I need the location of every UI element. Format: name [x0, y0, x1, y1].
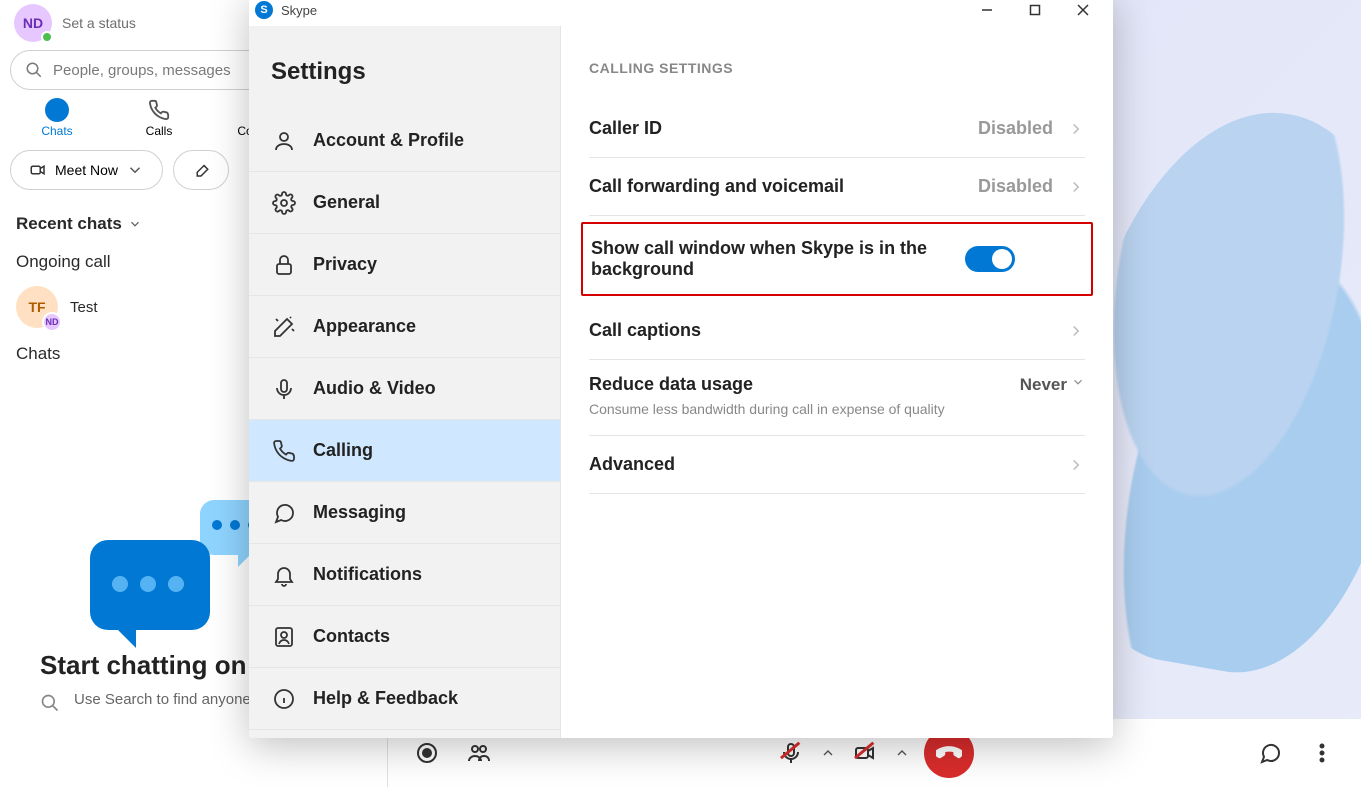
show-call-window-toggle[interactable] [965, 246, 1015, 272]
chevron-right-icon [1067, 120, 1085, 138]
mic-options-button[interactable] [818, 743, 838, 763]
calling-header: CALLING SETTINGS [589, 60, 1085, 76]
mini-avatar: ND [42, 312, 62, 332]
new-chat-button[interactable] [173, 150, 229, 190]
contacts-book-icon [271, 624, 297, 650]
skype-logo-icon: S [255, 1, 273, 19]
camera-options-button[interactable] [892, 743, 912, 763]
status-prompt[interactable]: Set a status [62, 15, 136, 31]
sidebar-item-calling[interactable]: Calling [249, 420, 560, 482]
contact-name: Test [70, 299, 98, 316]
bell-icon [271, 562, 297, 588]
mic-icon [271, 376, 297, 402]
chevron-down-icon [1071, 375, 1085, 394]
account-icon [271, 128, 297, 154]
chat-illustration-icon [40, 490, 270, 640]
settings-content: CALLING SETTINGS Caller ID Disabled Call… [561, 26, 1113, 738]
tab-calls[interactable]: Calls [108, 98, 210, 138]
gear-icon [271, 190, 297, 216]
chevron-down-icon [128, 217, 142, 231]
search-placeholder: People, groups, messages [53, 62, 231, 79]
chevron-right-icon [1067, 456, 1085, 474]
close-button[interactable] [1059, 0, 1107, 26]
phone-icon [147, 98, 171, 122]
sidebar-item-account[interactable]: Account & Profile [249, 110, 560, 172]
settings-window: S Skype Settings Account & Profile Gener… [249, 0, 1113, 738]
option-caller-id[interactable]: Caller ID Disabled [589, 100, 1085, 158]
sidebar-item-privacy[interactable]: Privacy [249, 234, 560, 296]
sidebar-item-audio-video[interactable]: Audio & Video [249, 358, 560, 420]
chevron-right-icon [1067, 322, 1085, 340]
option-forwarding[interactable]: Call forwarding and voicemail Disabled [589, 158, 1085, 216]
settings-sidebar: Settings Account & Profile General Priva… [249, 26, 561, 738]
sidebar-item-messaging[interactable]: Messaging [249, 482, 560, 544]
info-icon [271, 686, 297, 712]
tab-chats[interactable]: Chats [6, 98, 108, 138]
phone-icon [271, 438, 297, 464]
titlebar: S Skype [249, 0, 1113, 26]
sidebar-item-help[interactable]: Help & Feedback [249, 668, 560, 730]
meet-now-button[interactable]: Meet Now [10, 150, 163, 190]
camera-off-button[interactable] [850, 738, 880, 768]
video-icon [29, 161, 47, 179]
avatar-initials: ND [23, 15, 43, 31]
minimize-button[interactable] [963, 0, 1011, 26]
lock-icon [271, 252, 297, 278]
option-call-captions[interactable]: Call captions [589, 302, 1085, 360]
avatar[interactable]: ND [14, 4, 52, 42]
wand-icon [271, 314, 297, 340]
sidebar-item-appearance[interactable]: Appearance [249, 296, 560, 358]
option-show-call-window[interactable]: Show call window when Skype is in the ba… [581, 222, 1093, 296]
reduce-data-sub: Consume less bandwidth during call in ex… [589, 401, 1085, 417]
sidebar-item-contacts[interactable]: Contacts [249, 606, 560, 668]
contact-avatar: TF ND [16, 286, 58, 328]
tab-calls-label: Calls [108, 124, 210, 138]
chevron-down-icon [126, 161, 144, 179]
presence-dot-icon [41, 31, 53, 43]
chevron-right-icon [1067, 178, 1085, 196]
maximize-button[interactable] [1011, 0, 1059, 26]
app-name: Skype [281, 3, 317, 18]
option-reduce-data[interactable]: Reduce data usage Never Consume less ban… [589, 360, 1085, 436]
people-button[interactable] [464, 738, 494, 768]
sidebar-item-general[interactable]: General [249, 172, 560, 234]
chat-bubble-icon [45, 98, 69, 122]
settings-title: Settings [249, 26, 560, 110]
more-button[interactable] [1307, 738, 1337, 768]
search-icon [25, 61, 43, 79]
option-advanced[interactable]: Advanced [589, 436, 1085, 494]
mic-muted-button[interactable] [776, 738, 806, 768]
message-icon [271, 500, 297, 526]
new-chat-icon [192, 161, 210, 179]
chat-button[interactable] [1255, 738, 1285, 768]
sidebar-item-notifications[interactable]: Notifications [249, 544, 560, 606]
search-icon [40, 693, 60, 713]
record-button[interactable] [412, 738, 442, 768]
tab-chats-label: Chats [6, 124, 108, 138]
meet-now-label: Meet Now [55, 162, 118, 178]
